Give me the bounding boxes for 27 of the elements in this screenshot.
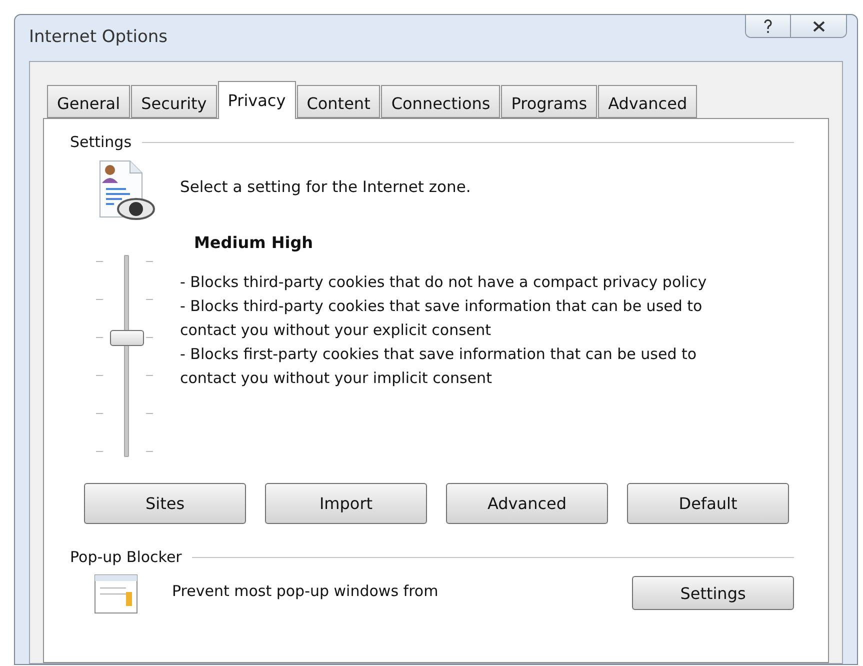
group-heading: Pop-up Blocker bbox=[70, 548, 182, 566]
tab[interactable]: Programs bbox=[501, 85, 598, 118]
tab[interactable]: Content bbox=[296, 85, 380, 118]
slider-thumb[interactable] bbox=[110, 330, 144, 346]
window-title: Internet Options bbox=[29, 27, 168, 47]
tab[interactable]: Security bbox=[131, 85, 217, 118]
dialog-button[interactable]: Default bbox=[627, 483, 789, 524]
group-heading: Settings bbox=[70, 133, 132, 151]
close-button[interactable] bbox=[790, 15, 846, 37]
dialog-button[interactable]: Advanced bbox=[446, 483, 608, 524]
dialog-button[interactable]: Sites bbox=[84, 483, 246, 524]
help-button[interactable] bbox=[746, 15, 790, 37]
level-name: Medium High bbox=[194, 233, 314, 252]
settings-button[interactable]: Settings bbox=[632, 576, 794, 610]
description-text: - Blocks first-party cookies that save information that can be used to contact you without your implicit consent bbox=[180, 344, 698, 389]
instruction-text: Select a setting for the Internet zone. bbox=[180, 178, 471, 196]
description-text: - Blocks third-party cookies that do not have a compact privacy policy bbox=[180, 272, 708, 293]
tab[interactable]: Connections bbox=[381, 85, 500, 118]
window-icon bbox=[94, 574, 138, 614]
description-text: - Blocks third-party cookies that save information that can be used to contact you without your explicit consent bbox=[180, 296, 704, 341]
tab[interactable]: Advanced bbox=[598, 85, 698, 118]
dialog-button[interactable]: Import bbox=[265, 483, 427, 524]
tab[interactable]: Privacy bbox=[218, 81, 296, 119]
tab[interactable]: General bbox=[47, 85, 130, 118]
popup-text: Prevent most pop-up windows from bbox=[172, 582, 440, 600]
close-icon bbox=[812, 20, 826, 32]
help-icon bbox=[763, 19, 773, 33]
